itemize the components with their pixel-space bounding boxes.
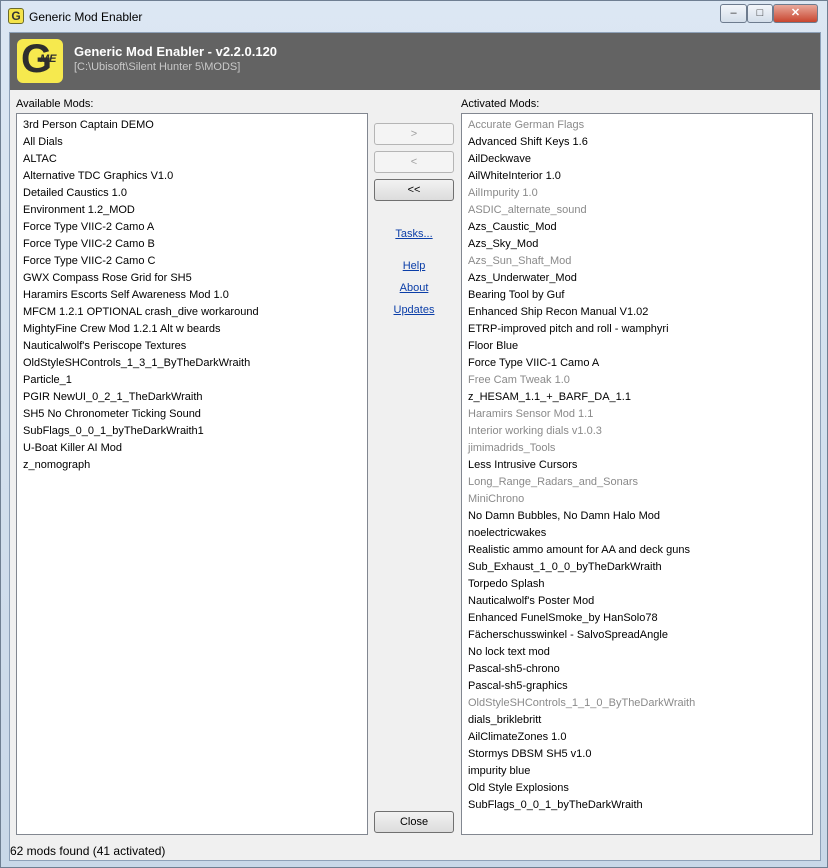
activated-mod-item[interactable]: Sub_Exhaust_1_0_0_byTheDarkWraith <box>462 559 812 576</box>
activated-mod-item[interactable]: Haramirs Sensor Mod 1.1 <box>462 406 812 423</box>
available-mod-item[interactable]: Alternative TDC Graphics V1.0 <box>17 168 367 185</box>
minimize-button[interactable]: – <box>720 4 747 23</box>
available-mod-item[interactable]: ALTAC <box>17 151 367 168</box>
updates-link[interactable]: Updates <box>374 304 454 316</box>
activated-mod-item[interactable]: jimimadrids_Tools <box>462 440 812 457</box>
close-button[interactable]: Close <box>374 811 454 833</box>
window-title: Generic Mod Enabler <box>29 10 143 24</box>
activated-mod-item[interactable]: ETRP-improved pitch and roll - wamphyri <box>462 321 812 338</box>
activated-mod-item[interactable]: Azs_Sun_Shaft_Mod <box>462 253 812 270</box>
activated-mod-item[interactable]: AilClimateZones 1.0 <box>462 729 812 746</box>
available-mod-item[interactable]: Force Type VIIC-2 Camo C <box>17 253 367 270</box>
available-mod-item[interactable]: Force Type VIIC-2 Camo B <box>17 236 367 253</box>
activated-mod-item[interactable]: Fächerschusswinkel - SalvoSpreadAngle <box>462 627 812 644</box>
available-mod-item[interactable]: 3rd Person Captain DEMO <box>17 117 367 134</box>
title-bar[interactable]: G Generic Mod Enabler – □ ✕ <box>1 1 827 31</box>
activated-mod-item[interactable]: Torpedo Splash <box>462 576 812 593</box>
logo-sub: ME <box>40 53 57 65</box>
activated-mod-item[interactable]: Free Cam Tweak 1.0 <box>462 372 812 389</box>
available-mod-item[interactable]: Force Type VIIC-2 Camo A <box>17 219 367 236</box>
activated-mods-label: Activated Mods: <box>461 98 540 110</box>
activated-mod-item[interactable]: Pascal-sh5-chrono <box>462 661 812 678</box>
activated-mod-item[interactable]: Enhanced FunelSmoke_by HanSolo78 <box>462 610 812 627</box>
activated-mod-item[interactable]: Long_Range_Radars_and_Sonars <box>462 474 812 491</box>
activated-mod-item[interactable]: Accurate German Flags <box>462 117 812 134</box>
app-version-title: Generic Mod Enabler - v2.2.0.120 <box>74 44 278 59</box>
maximize-button[interactable]: □ <box>747 4 773 23</box>
activated-mod-item[interactable]: No Damn Bubbles, No Damn Halo Mod <box>462 508 812 525</box>
available-mods-items: 3rd Person Captain DEMO All Dials ALTAC Alt… <box>17 114 367 474</box>
activated-mod-item[interactable]: z_HESAM_1.1_+_BARF_DA_1.1 <box>462 389 812 406</box>
available-mod-item[interactable]: z_nomograph <box>17 457 367 474</box>
help-link[interactable]: Help <box>374 260 454 272</box>
available-mod-item[interactable]: Haramirs Escorts Self Awareness Mod 1.0 <box>17 287 367 304</box>
activated-mod-item[interactable]: Stormys DBSM SH5 v1.0 <box>462 746 812 763</box>
activated-mod-item[interactable]: Pascal-sh5-graphics <box>462 678 812 695</box>
status-bar-text: 62 mods found (41 activated) <box>10 844 166 858</box>
available-mod-item[interactable]: OldStyleSHControls_1_3_1_ByTheDarkWraith <box>17 355 367 372</box>
available-mod-item[interactable]: U-Boat Killer AI Mod <box>17 440 367 457</box>
deactivate-button[interactable]: < <box>374 151 454 173</box>
activated-mod-item[interactable]: Advanced Shift Keys 1.6 <box>462 134 812 151</box>
activated-mod-item[interactable]: OldStyleSHControls_1_1_0_ByTheDarkWraith <box>462 695 812 712</box>
app-window: G Generic Mod Enabler – □ ✕ G ME Generic… <box>0 0 828 868</box>
activated-mod-item[interactable]: noelectricwakes <box>462 525 812 542</box>
available-mod-item[interactable]: All Dials <box>17 134 367 151</box>
activated-mod-item[interactable]: Floor Blue <box>462 338 812 355</box>
activated-mod-item[interactable]: Enhanced Ship Recon Manual V1.02 <box>462 304 812 321</box>
about-link[interactable]: About <box>374 282 454 294</box>
available-mod-item[interactable]: SubFlags_0_0_1_byTheDarkWraith1 <box>17 423 367 440</box>
activated-mod-item[interactable]: No lock text mod <box>462 644 812 661</box>
available-mod-item[interactable]: Nauticalwolf's Periscope Textures <box>17 338 367 355</box>
activated-mod-item[interactable]: Less Intrusive Cursors <box>462 457 812 474</box>
activated-mod-item[interactable]: Bearing Tool by Guf <box>462 287 812 304</box>
available-mod-item[interactable]: Particle_1 <box>17 372 367 389</box>
activated-mod-item[interactable]: AilWhiteInterior 1.0 <box>462 168 812 185</box>
activated-mod-item[interactable]: Realistic ammo amount for AA and deck gu… <box>462 542 812 559</box>
close-window-button[interactable]: ✕ <box>773 4 818 23</box>
activated-mod-item[interactable]: Interior working dials v1.0.3 <box>462 423 812 440</box>
tasks-link[interactable]: Tasks... <box>374 228 454 240</box>
activate-button[interactable]: > <box>374 123 454 145</box>
mods-path: [C:\Ubisoft\Silent Hunter 5\MODS] <box>74 61 241 73</box>
available-mod-item[interactable]: MightyFine Crew Mod 1.2.1 Alt w beards <box>17 321 367 338</box>
activated-mod-item[interactable]: ASDIC_alternate_sound <box>462 202 812 219</box>
available-mod-item[interactable]: MFCM 1.2.1 OPTIONAL crash_dive workaroun… <box>17 304 367 321</box>
activated-mod-item[interactable]: Azs_Caustic_Mod <box>462 219 812 236</box>
activated-mod-item[interactable]: Force Type VIIC-1 Camo A <box>462 355 812 372</box>
activated-mod-item[interactable]: AilImpurity 1.0 <box>462 185 812 202</box>
deactivate-all-button[interactable]: << <box>374 179 454 201</box>
available-mods-label: Available Mods: <box>16 98 94 110</box>
activated-mods-list[interactable]: Accurate German Flags Advanced Shift Keys… <box>461 113 813 835</box>
available-mod-item[interactable]: PGIR NewUI_0_2_1_TheDarkWraith <box>17 389 367 406</box>
activated-mod-item[interactable]: dials_briklebritt <box>462 712 812 729</box>
activated-mod-item[interactable]: Nauticalwolf's Poster Mod <box>462 593 812 610</box>
activated-mod-item[interactable]: Azs_Underwater_Mod <box>462 270 812 287</box>
activated-mod-item[interactable]: Old Style Explosions <box>462 780 812 797</box>
available-mod-item[interactable]: Detailed Caustics 1.0 <box>17 185 367 202</box>
activated-mod-item[interactable]: impurity blue <box>462 763 812 780</box>
activated-mod-item[interactable]: SubFlags_0_0_1_byTheDarkWraith <box>462 797 812 814</box>
available-mod-item[interactable]: Environment 1.2_MOD <box>17 202 367 219</box>
app-icon: G <box>8 8 24 24</box>
activated-mods-items: Accurate German Flags Advanced Shift Keys… <box>462 114 812 814</box>
activated-mod-item[interactable]: AilDeckwave <box>462 151 812 168</box>
available-mods-list[interactable]: 3rd Person Captain DEMO All Dials ALTAC Alt… <box>16 113 368 835</box>
client-area: G ME Generic Mod Enabler - v2.2.0.120 [C… <box>9 32 821 861</box>
header-banner: G ME Generic Mod Enabler - v2.2.0.120 [C… <box>10 33 820 90</box>
available-mod-item[interactable]: GWX Compass Rose Grid for SH5 <box>17 270 367 287</box>
gme-logo-icon: G ME <box>17 37 63 83</box>
activated-mod-item[interactable]: Azs_Sky_Mod <box>462 236 812 253</box>
available-mod-item[interactable]: SH5 No Chronometer Ticking Sound <box>17 406 367 423</box>
activated-mod-item[interactable]: MiniChrono <box>462 491 812 508</box>
